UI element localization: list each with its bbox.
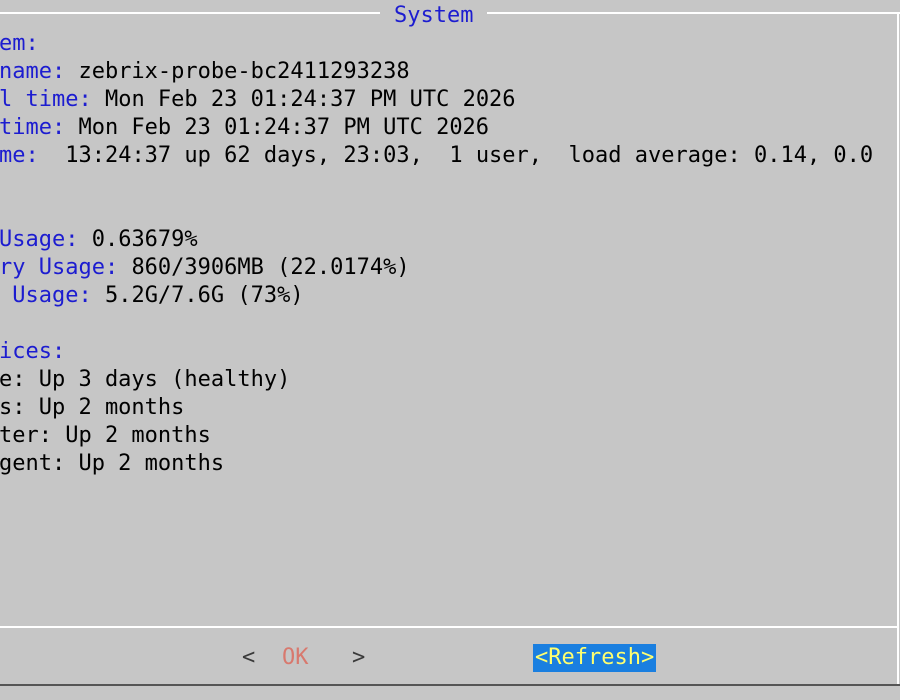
dialog-bottom-border bbox=[0, 684, 900, 700]
uptime-row: Uptime: 13:24:37 up 62 days, 23:03, 1 us… bbox=[0, 142, 873, 170]
ok-button[interactable]: OK bbox=[282, 644, 309, 672]
services-label: Services: bbox=[0, 339, 66, 364]
utc-time-label: UTC time: bbox=[0, 115, 66, 140]
utc-time-value: Mon Feb 23 01:24:37 PM UTC 2026 bbox=[78, 115, 490, 140]
section-header-label: System: bbox=[0, 31, 39, 56]
disk-usage-value: 5.2G/7.6G (73%) bbox=[104, 283, 304, 308]
utc-time-row: UTC time: Mon Feb 23 01:24:37 PM UTC 202… bbox=[0, 114, 489, 142]
local-time-value: Mon Feb 23 01:24:37 PM UTC 2026 bbox=[104, 87, 516, 112]
memory-usage-label: Memory Usage: bbox=[0, 255, 119, 280]
memory-usage-value: 860/3906MB (22.0174%) bbox=[131, 255, 410, 280]
service-row-redis: redis: Up 2 months bbox=[0, 394, 184, 422]
section-header-system: System: bbox=[0, 30, 39, 58]
service-fb-agent-status: fb-agent: Up 2 months bbox=[0, 451, 225, 476]
hostname-label: Hostname: bbox=[0, 59, 66, 84]
cpu-usage-value: 0.63679% bbox=[91, 227, 198, 252]
local-time-label: Local time: bbox=[0, 87, 92, 112]
service-row-probe: probe: Up 3 days (healthy) bbox=[0, 366, 290, 394]
service-row-updater: updater: Up 2 months bbox=[0, 422, 211, 450]
cpu-usage-row: CPU Usage: 0.63679% bbox=[0, 226, 198, 254]
button-bar-divider bbox=[0, 626, 898, 628]
memory-usage-row: Memory Usage: 860/3906MB (22.0174%) bbox=[0, 254, 410, 282]
hostname-value: zebrix-probe-bc2411293238 bbox=[78, 59, 410, 84]
hostname-row: Hostname: zebrix-probe-bc2411293238 bbox=[0, 58, 410, 86]
local-time-row: Local time: Mon Feb 23 01:24:37 PM UTC 2… bbox=[0, 86, 516, 114]
service-redis-status: redis: Up 2 months bbox=[0, 395, 185, 420]
service-updater-status: updater: Up 2 months bbox=[0, 423, 211, 448]
service-row-fb-agent: fb-agent: Up 2 months bbox=[0, 450, 224, 478]
uptime-label: Uptime: bbox=[0, 143, 39, 168]
cpu-usage-label: CPU Usage: bbox=[0, 227, 79, 252]
system-info-panel: System: Hostname: zebrix-probe-bc2411293… bbox=[0, 30, 900, 620]
next-arrow-button[interactable]: > bbox=[352, 644, 365, 672]
button-bar: < OK > <Refresh> bbox=[0, 644, 900, 674]
prev-arrow-button[interactable]: < bbox=[242, 644, 255, 672]
service-probe-status: probe: Up 3 days (healthy) bbox=[0, 367, 291, 392]
disk-usage-label: Disk Usage: bbox=[12, 283, 92, 308]
refresh-button[interactable]: <Refresh> bbox=[533, 644, 657, 672]
disk-usage-row: Disk Usage: 5.2G/7.6G (73%) bbox=[0, 282, 304, 310]
uptime-value: 13:24:37 up 62 days, 23:03, 1 user, load… bbox=[51, 143, 874, 168]
section-header-services: Services: bbox=[0, 338, 65, 366]
dialog-title: System bbox=[380, 3, 488, 29]
